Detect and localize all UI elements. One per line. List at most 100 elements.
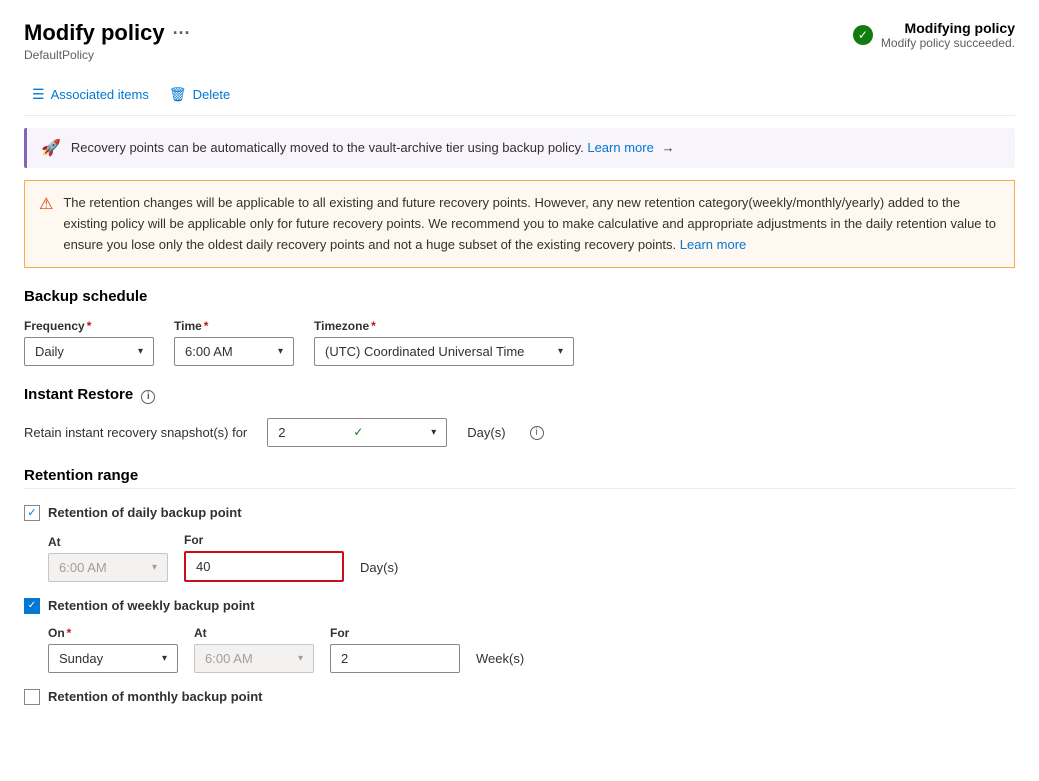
page-header: Modify policy ··· DefaultPolicy ✓ Modify… — [24, 20, 1015, 62]
snapshot-label: Retain instant recovery snapshot(s) for — [24, 425, 247, 447]
weekly-on-group: On* Sunday ▾ — [48, 626, 178, 673]
weekly-checkbox[interactable]: ✓ — [24, 598, 40, 614]
weekly-checkbox-label: Retention of weekly backup point — [48, 598, 255, 613]
purple-banner-link[interactable]: Learn more — [587, 140, 653, 155]
time-group: Time* 6:00 AM ▾ — [174, 319, 294, 366]
status-check-icon: ✓ — [853, 25, 873, 45]
instant-restore-info-icon[interactable]: i — [141, 390, 155, 404]
backup-schedule-header: Backup schedule — [24, 288, 1015, 305]
instant-restore-header: Instant Restore i — [24, 386, 1015, 404]
weekly-for-input[interactable] — [330, 644, 460, 673]
timezone-group: Timezone* (UTC) Coordinated Universal Ti… — [314, 319, 574, 366]
snapshot-select[interactable]: 2 ✓ ▾ — [267, 418, 447, 447]
frequency-label: Frequency* — [24, 319, 154, 333]
weekly-for-label: For — [330, 626, 460, 640]
frequency-required: * — [87, 319, 92, 333]
timezone-value: (UTC) Coordinated Universal Time — [325, 344, 524, 359]
purple-info-banner: 🚀 Recovery points can be automatically m… — [24, 128, 1015, 168]
daily-sub-form: At 6:00 AM ▾ For Day(s) — [48, 533, 1015, 582]
timezone-label: Timezone* — [314, 319, 574, 333]
page-title: Modify policy ··· — [24, 20, 191, 46]
timezone-select[interactable]: (UTC) Coordinated Universal Time ▾ — [314, 337, 574, 366]
weekly-on-required: * — [67, 626, 72, 640]
snapshot-value: 2 — [278, 425, 285, 440]
warning-text: The retention changes will be applicable… — [63, 193, 1000, 255]
daily-at-value: 6:00 AM — [59, 560, 107, 575]
warning-banner: ⚠ The retention changes will be applicab… — [24, 180, 1015, 268]
time-label-text: Time — [174, 319, 202, 333]
page-subtitle: DefaultPolicy — [24, 48, 191, 62]
weekly-on-select[interactable]: Sunday ▾ — [48, 644, 178, 673]
timezone-required: * — [371, 319, 376, 333]
weekly-retention-section: ✓ Retention of weekly backup point On* S… — [24, 598, 1015, 673]
weekly-on-label: On* — [48, 626, 178, 640]
retention-range-header: Retention range — [24, 467, 1015, 484]
action-bar: ☰ Associated items 🗑 Delete — [24, 74, 1015, 116]
weekly-on-label-text: On — [48, 626, 65, 640]
weekly-on-chevron: ▾ — [162, 653, 167, 664]
status-text-group: Modifying policy Modify policy succeeded… — [881, 20, 1015, 50]
daily-check-mark: ✓ — [27, 506, 36, 519]
daily-at-group: At 6:00 AM ▾ — [48, 535, 168, 582]
backup-schedule-row: Frequency* Daily ▾ Time* 6:00 AM ▾ Timez… — [24, 319, 1015, 366]
monthly-checkbox[interactable] — [24, 689, 40, 705]
daily-at-chevron: ▾ — [152, 562, 157, 573]
status-section: ✓ Modifying policy Modify policy succeed… — [853, 20, 1015, 50]
daily-for-input[interactable] — [184, 551, 344, 582]
daily-unit: Day(s) — [360, 560, 398, 582]
weekly-at-value: 6:00 AM — [205, 651, 253, 666]
time-label: Time* — [174, 319, 294, 333]
daily-checkbox-row: ✓ Retention of daily backup point — [24, 505, 1015, 521]
weekly-sub-form: On* Sunday ▾ At 6:00 AM ▾ For Week(s) — [48, 626, 1015, 673]
snapshot-group: 2 ✓ ▾ — [267, 418, 447, 447]
time-select[interactable]: 6:00 AM ▾ — [174, 337, 294, 366]
daily-checkbox-label: Retention of daily backup point — [48, 505, 242, 520]
weekly-at-select: 6:00 AM ▾ — [194, 644, 314, 673]
time-required: * — [204, 319, 209, 333]
weekly-check-mark: ✓ — [28, 600, 36, 611]
daily-for-label: For — [184, 533, 344, 547]
weekly-at-chevron: ▾ — [298, 653, 303, 664]
delete-icon: 🗑 — [169, 86, 187, 103]
snapshot-chevron: ▾ — [431, 427, 436, 438]
snapshot-unit: Day(s) — [467, 425, 505, 447]
snapshot-check-icon: ✓ — [353, 425, 363, 439]
delete-label: Delete — [193, 87, 231, 102]
purple-banner-message: Recovery points can be automatically mov… — [71, 140, 584, 155]
frequency-group: Frequency* Daily ▾ — [24, 319, 154, 366]
instant-restore-row: Retain instant recovery snapshot(s) for … — [24, 418, 1015, 447]
warning-banner-link[interactable]: Learn more — [680, 237, 746, 252]
weekly-unit: Week(s) — [476, 651, 524, 673]
daily-checkbox[interactable]: ✓ — [24, 505, 40, 521]
weekly-at-group: At 6:00 AM ▾ — [194, 626, 314, 673]
weekly-on-value: Sunday — [59, 651, 103, 666]
monthly-checkbox-row: Retention of monthly backup point — [24, 689, 1015, 705]
weekly-at-label: At — [194, 626, 314, 640]
title-text: Modify policy — [24, 20, 165, 46]
time-chevron: ▾ — [278, 346, 283, 357]
daily-for-group: For — [184, 533, 344, 582]
timezone-chevron: ▾ — [558, 346, 563, 357]
purple-rocket-icon: 🚀 — [41, 138, 61, 158]
monthly-checkbox-label: Retention of monthly backup point — [48, 689, 263, 704]
instant-restore-title: Instant Restore — [24, 386, 133, 403]
frequency-value: Daily — [35, 344, 64, 359]
associated-items-label: Associated items — [51, 87, 149, 102]
daily-at-select: 6:00 AM ▾ — [48, 553, 168, 582]
warning-message: The retention changes will be applicable… — [63, 195, 996, 252]
associated-items-button[interactable]: ☰ Associated items — [24, 82, 157, 107]
timezone-label-text: Timezone — [314, 319, 369, 333]
title-section: Modify policy ··· DefaultPolicy — [24, 20, 191, 62]
frequency-label-text: Frequency — [24, 319, 85, 333]
snapshot-unit-info-icon[interactable]: i — [530, 426, 544, 440]
retention-divider — [24, 488, 1015, 489]
time-value: 6:00 AM — [185, 344, 233, 359]
list-icon: ☰ — [32, 86, 45, 103]
daily-retention-section: ✓ Retention of daily backup point At 6:0… — [24, 505, 1015, 582]
weekly-checkbox-row: ✓ Retention of weekly backup point — [24, 598, 1015, 614]
delete-button[interactable]: 🗑 Delete — [161, 82, 238, 107]
frequency-chevron: ▾ — [138, 346, 143, 357]
warning-icon: ⚠ — [39, 194, 53, 255]
frequency-select[interactable]: Daily ▾ — [24, 337, 154, 366]
more-options-icon[interactable]: ··· — [173, 23, 191, 44]
